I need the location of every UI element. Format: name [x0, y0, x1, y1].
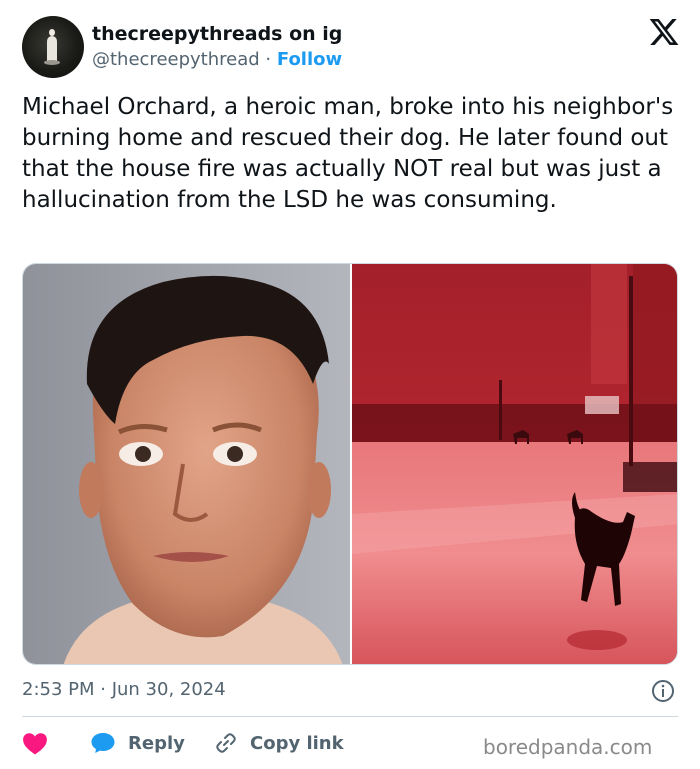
speech-bubble-icon — [91, 733, 115, 753]
tweet-media[interactable] — [22, 263, 678, 665]
link-icon — [216, 733, 236, 753]
info-icon[interactable] — [651, 679, 675, 703]
author-handle-line: @thecreepythread · Follow — [92, 49, 342, 70]
heart-icon — [23, 733, 47, 755]
mugshot-photo — [23, 264, 351, 664]
copy-link-button[interactable]: Copy link — [214, 728, 344, 758]
copy-link-label: Copy link — [250, 732, 344, 754]
watermark: boredpanda.com — [483, 735, 653, 759]
separator: · — [265, 49, 272, 70]
reply-label: Reply — [128, 732, 185, 754]
ghost-figure-avatar-icon — [44, 29, 60, 65]
divider — [22, 716, 678, 717]
follow-button[interactable]: Follow — [277, 49, 342, 70]
x-logo-icon[interactable] — [648, 16, 680, 48]
tweet-header: thecreepythreads on ig @thecreepythread … — [22, 16, 682, 78]
tweet-text: Michael Orchard, a heroic man, broke int… — [22, 94, 674, 213]
reply-button[interactable]: Reply — [90, 728, 185, 758]
author-handle[interactable]: @thecreepythread — [92, 49, 260, 70]
red-lit-street-dog-photo — [351, 264, 677, 664]
like-button[interactable] — [22, 728, 48, 758]
avatar[interactable] — [22, 16, 84, 78]
author-name[interactable]: thecreepythreads on ig — [92, 23, 342, 45]
timestamp[interactable]: 2:53 PM · Jun 30, 2024 — [22, 679, 226, 700]
